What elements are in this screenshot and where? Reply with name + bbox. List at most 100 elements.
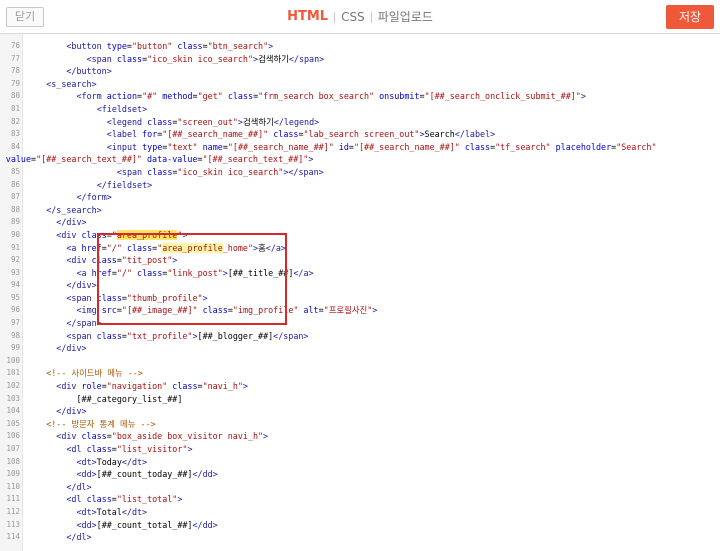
line-number: 87 bbox=[10, 192, 20, 202]
code-line[interactable]: 84 <input type="text" name="[##_search_na… bbox=[0, 141, 720, 154]
code-line[interactable]: 90 <div class="area_profile"> bbox=[0, 229, 720, 242]
code-line[interactable]: 99 </div> bbox=[0, 342, 720, 355]
code-line[interactable]: 93 <a href="/" class="link_post">[##_titl… bbox=[0, 267, 720, 280]
code-line[interactable]: 107 <dl class="list_visitor"> bbox=[0, 443, 720, 456]
line-text[interactable]: <dl class="list_visitor"> bbox=[66, 443, 192, 456]
code-line[interactable]: 89 </div> bbox=[0, 216, 720, 229]
code-line[interactable]: 101 <!-- 사이드바 메뉴 --> bbox=[0, 367, 720, 380]
code-line[interactable]: 97 </span> bbox=[0, 317, 720, 330]
line-text[interactable]: <div class="area_profile"> bbox=[56, 229, 187, 242]
line-text[interactable]: </dl> bbox=[66, 481, 91, 494]
code-line[interactable]: 82 <legend class="screen_out">검색하기</legen… bbox=[0, 116, 720, 129]
line-text[interactable]: </form> bbox=[77, 191, 112, 204]
line-text[interactable]: <div role="navigation" class="navi_h"> bbox=[56, 380, 248, 393]
line-text[interactable]: <img src="[##_image_##]" class="img_prof… bbox=[77, 304, 378, 317]
code-line[interactable]: 104 </div> bbox=[0, 405, 720, 418]
line-number: 103 bbox=[6, 393, 20, 403]
line-number: 104 bbox=[6, 406, 20, 416]
line-text[interactable]: value="[##_search_text_##]" data-value="… bbox=[6, 153, 314, 166]
code-line[interactable]: 81 <fieldset> bbox=[0, 103, 720, 116]
tab-file-upload[interactable]: 파일업로드 bbox=[372, 0, 439, 34]
code-line[interactable]: 83 <label for="[##_search_name_##]" class… bbox=[0, 128, 720, 141]
code-line[interactable]: 87 </form> bbox=[0, 191, 720, 204]
line-text[interactable]: <a href="/" class="link_post">[##_title_… bbox=[77, 267, 314, 280]
line-text[interactable]: <span class="ico_skin ico_search">검색하기</… bbox=[87, 53, 325, 66]
code-line[interactable]: 92 <div class="tit_post"> bbox=[0, 254, 720, 267]
code-line[interactable]: 110 </dl> bbox=[0, 481, 720, 494]
line-text[interactable]: </dl> bbox=[66, 531, 91, 544]
line-text[interactable]: </div> bbox=[56, 342, 86, 355]
line-number: 114 bbox=[6, 532, 20, 542]
code-line[interactable]: 105 <!-- 방문자 통계 메뉴 --> bbox=[0, 418, 720, 431]
line-text[interactable]: <span class="txt_profile">[##_blogger_##… bbox=[66, 330, 308, 343]
code-line[interactable]: 77 <span class="ico_skin ico_search">검색하기… bbox=[0, 53, 720, 66]
line-text[interactable]: </div> bbox=[66, 279, 96, 292]
line-text[interactable]: <fieldset> bbox=[97, 103, 147, 116]
editor-toolbar: 닫기 HTML CSS 파일업로드 저장 bbox=[0, 0, 720, 34]
line-number: 82 bbox=[10, 116, 20, 126]
line-text[interactable]: <dd>[##_count_total_##]</dd> bbox=[77, 519, 218, 532]
line-text[interactable]: </button> bbox=[66, 65, 111, 78]
line-number: 85 bbox=[10, 166, 20, 176]
line-text[interactable]: <dt>Total</dt> bbox=[77, 506, 148, 519]
line-text[interactable]: <label for="[##_search_name_##]" class="… bbox=[107, 128, 495, 141]
code-line[interactable]: 88 </s_search> bbox=[0, 204, 720, 217]
code-line[interactable]: 95 <span class="thumb_profile"> bbox=[0, 292, 720, 305]
line-text[interactable]: <a href="/" class="area_profile_home">홈<… bbox=[66, 242, 286, 255]
tab-html[interactable]: HTML bbox=[281, 0, 334, 34]
code-line[interactable]: 112 <dt>Total</dt> bbox=[0, 506, 720, 519]
line-text[interactable]: </s_search> bbox=[46, 204, 101, 217]
code-line[interactable]: 102 <div role="navigation" class="navi_h"… bbox=[0, 380, 720, 393]
code-line[interactable]: 106 <div class="box_aside box_visitor nav… bbox=[0, 430, 720, 443]
line-number: 92 bbox=[10, 255, 20, 265]
line-text[interactable]: </div> bbox=[56, 216, 86, 229]
code-line[interactable]: 108 <dt>Today</dt> bbox=[0, 456, 720, 469]
line-number: 94 bbox=[10, 280, 20, 290]
code-line[interactable]: 76 <button type="button" class="btn_searc… bbox=[0, 40, 720, 53]
line-number: 89 bbox=[10, 217, 20, 227]
code-line[interactable]: 86 </fieldset> bbox=[0, 179, 720, 192]
line-text[interactable]: <s_search> bbox=[46, 78, 96, 91]
line-number: 91 bbox=[10, 242, 20, 252]
line-text[interactable]: </fieldset> bbox=[97, 179, 152, 192]
code-lines[interactable]: 76 <button type="button" class="btn_searc… bbox=[0, 40, 720, 544]
code-line[interactable]: 91 <a href="/" class="area_profile_home">… bbox=[0, 242, 720, 255]
line-text[interactable]: <span class="ico_skin ico_search"></span… bbox=[117, 166, 324, 179]
line-text[interactable]: <div class="tit_post"> bbox=[66, 254, 177, 267]
line-text[interactable]: <button type="button" class="btn_search"… bbox=[66, 40, 273, 53]
code-line[interactable]: 96 <img src="[##_image_##]" class="img_pr… bbox=[0, 304, 720, 317]
code-line[interactable]: 98 <span class="txt_profile">[##_blogger_… bbox=[0, 330, 720, 343]
code-line[interactable]: value="[##_search_text_##]" data-value="… bbox=[0, 153, 720, 166]
line-text[interactable]: [##_category_list_##] bbox=[77, 393, 183, 406]
code-line[interactable]: 103 [##_category_list_##] bbox=[0, 393, 720, 406]
code-line[interactable]: 111 <dl class="list_total"> bbox=[0, 493, 720, 506]
line-text[interactable]: <form action="#" method="get" class="frm… bbox=[77, 90, 586, 103]
code-line[interactable]: 113 <dd>[##_count_total_##]</dd> bbox=[0, 519, 720, 532]
line-number: 79 bbox=[10, 78, 20, 88]
save-button[interactable]: 저장 bbox=[666, 5, 714, 29]
line-text[interactable]: <dt>Today</dt> bbox=[77, 456, 148, 469]
line-text[interactable]: </div> bbox=[56, 405, 86, 418]
line-number: 97 bbox=[10, 318, 20, 328]
code-line[interactable]: 100 bbox=[0, 355, 720, 368]
line-text[interactable]: </span> bbox=[66, 317, 101, 330]
code-line[interactable]: 85 <span class="ico_skin ico_search"></sp… bbox=[0, 166, 720, 179]
code-line[interactable]: 80 <form action="#" method="get" class="f… bbox=[0, 90, 720, 103]
line-number: 110 bbox=[6, 481, 20, 491]
code-editor[interactable]: 76 <button type="button" class="btn_searc… bbox=[0, 34, 720, 551]
code-line[interactable]: 109 <dd>[##_count_today_##]</dd> bbox=[0, 468, 720, 481]
line-text[interactable]: <input type="text" name="[##_search_name… bbox=[107, 141, 657, 154]
line-text[interactable]: <!-- 사이드바 메뉴 --> bbox=[46, 367, 143, 380]
code-line[interactable]: 79 <s_search> bbox=[0, 78, 720, 91]
code-line[interactable]: 94 </div> bbox=[0, 279, 720, 292]
line-text[interactable]: <dl class="list_total"> bbox=[66, 493, 182, 506]
code-line[interactable]: 114 </dl> bbox=[0, 531, 720, 544]
line-number: 111 bbox=[6, 494, 20, 504]
line-text[interactable]: <!-- 방문자 통계 메뉴 --> bbox=[46, 418, 155, 431]
line-text[interactable]: <dd>[##_count_today_##]</dd> bbox=[77, 468, 218, 481]
code-line[interactable]: 78 </button> bbox=[0, 65, 720, 78]
line-text[interactable]: <div class="box_aside box_visitor navi_h… bbox=[56, 430, 268, 443]
line-text[interactable]: <legend class="screen_out">검색하기</legend> bbox=[107, 116, 319, 129]
tab-css[interactable]: CSS bbox=[335, 0, 371, 34]
line-text[interactable]: <span class="thumb_profile"> bbox=[66, 292, 207, 305]
